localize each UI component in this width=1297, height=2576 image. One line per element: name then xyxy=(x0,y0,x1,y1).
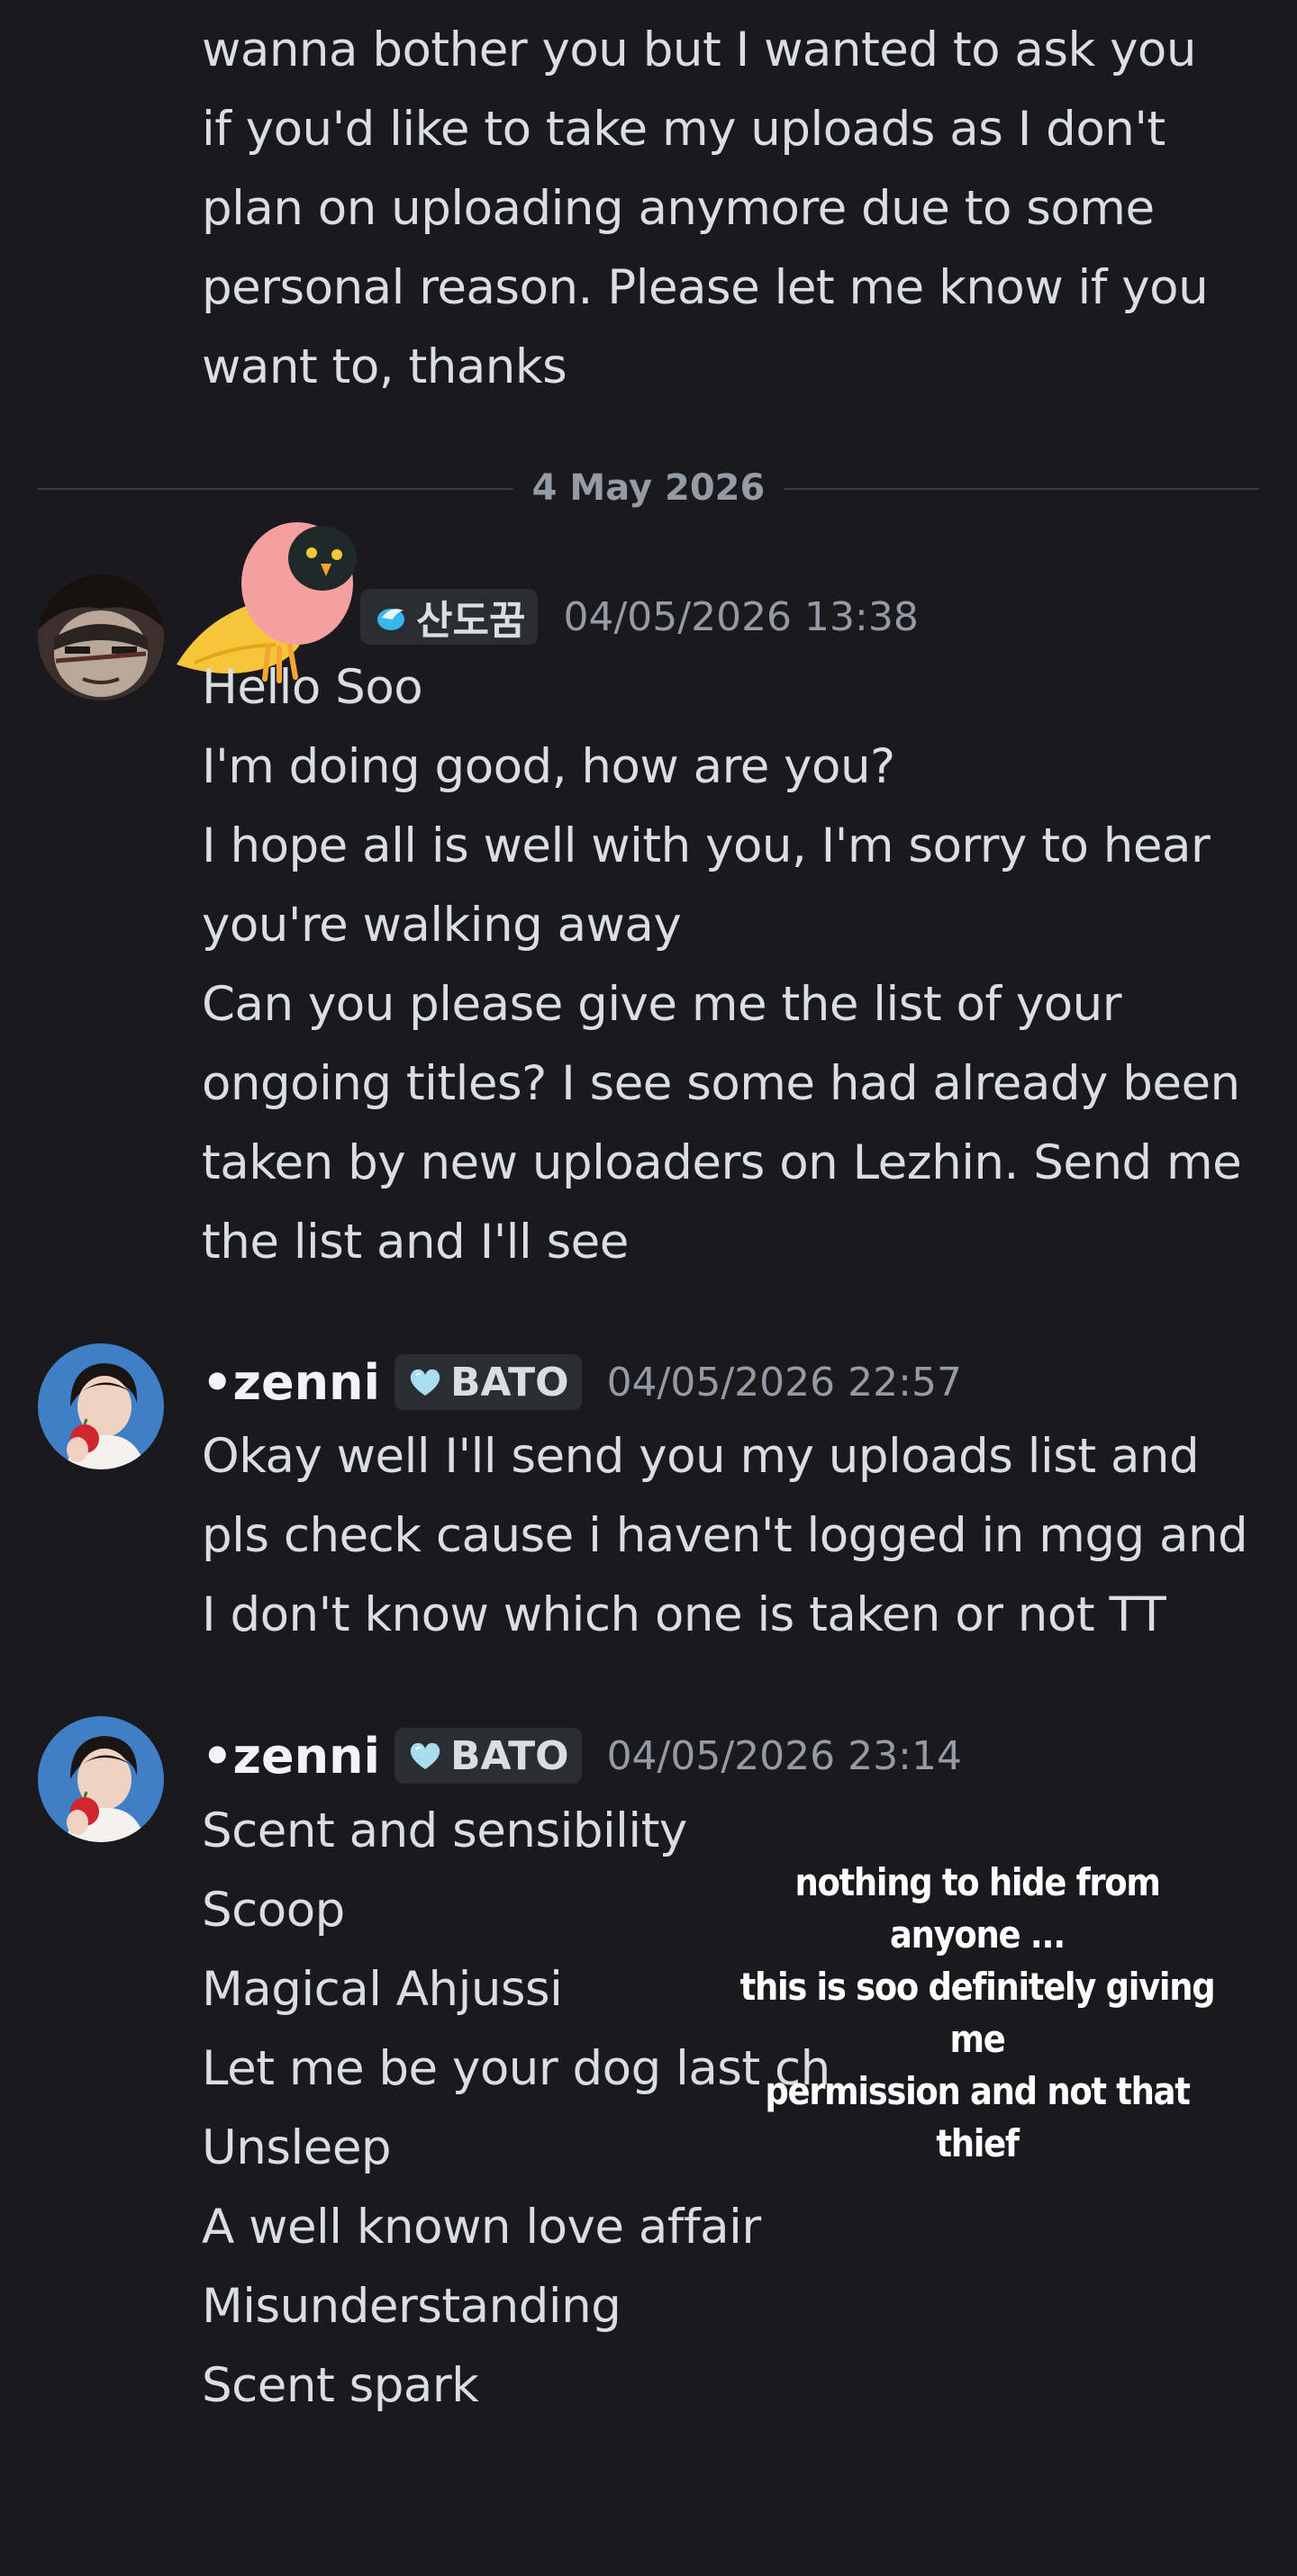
message-line: Okay well I'll send you my uploads list … xyxy=(202,1429,1200,1484)
server-tag-label: BATO xyxy=(449,1359,569,1406)
message-line: if you'd like to take my uploads as I do… xyxy=(202,102,1165,157)
message-line: I hope all is well with you, I'm sorry t… xyxy=(202,818,1211,873)
message-body: Hello Soo I'm doing good, how are you? I… xyxy=(202,648,1265,1282)
message-line: pls check cause i haven't logged in mgg … xyxy=(202,1508,1248,1563)
message-line: plan on uploading anymore due to some xyxy=(202,181,1155,236)
date-divider: 4 May 2026 xyxy=(38,458,1259,518)
caption-line: this is soo definitely giving me xyxy=(739,1965,1216,2061)
water-drop-icon xyxy=(377,609,404,630)
server-tag-label: BATO xyxy=(449,1732,569,1779)
username[interactable]: •zenni xyxy=(202,1354,380,1411)
overlay-caption: nothing to hide from anyone ... this is … xyxy=(728,1857,1227,2170)
previous-message-body: wanna bother you but I wanted to ask you… xyxy=(202,11,1265,407)
timestamp[interactable]: 04/05/2026 13:38 xyxy=(563,594,918,640)
heart-icon xyxy=(410,1369,440,1396)
avatar[interactable] xyxy=(38,1343,164,1469)
divider-line xyxy=(784,488,1259,490)
chat-view: wanna bother you but I wanted to ask you… xyxy=(0,0,1297,2576)
message-header: •zenni BATO 04/05/2026 22:57 xyxy=(202,1346,962,1418)
server-tag[interactable]: 산도꿈 xyxy=(360,589,539,645)
message-line: wanna bother you but I wanted to ask you xyxy=(202,23,1196,77)
message-line: Hello Soo xyxy=(202,660,423,715)
username[interactable]: •zenni xyxy=(202,1728,380,1785)
server-tag[interactable]: BATO xyxy=(394,1728,582,1784)
message-line: I'm doing good, how are you? xyxy=(202,739,895,794)
message-line: ongoing titles? I see some had already b… xyxy=(202,1056,1240,1111)
message-line: Can you please give me the list of your xyxy=(202,977,1122,1032)
avatar[interactable] xyxy=(38,1716,164,1842)
server-tag[interactable]: BATO xyxy=(394,1354,582,1410)
message-header: •zenni BATO 04/05/2026 23:14 xyxy=(202,1720,962,1792)
timestamp[interactable]: 04/05/2026 23:14 xyxy=(607,1733,962,1779)
message-line: want to, thanks xyxy=(202,339,567,394)
message-line: the list and I'll see xyxy=(202,1215,629,1270)
timestamp[interactable]: 04/05/2026 22:57 xyxy=(607,1360,962,1406)
caption-line: nothing to hide from anyone ... xyxy=(794,1860,1160,1957)
heart-icon xyxy=(410,1742,440,1769)
message-line: you're walking away xyxy=(202,898,682,953)
server-tag-label: 산도꿈 xyxy=(416,598,526,644)
caption-line: permission and not that thief xyxy=(765,2069,1191,2165)
message-line: personal reason. Please let me know if y… xyxy=(202,260,1209,315)
message-line: Misunderstanding xyxy=(202,2279,621,2334)
message-line: taken by new uploaders on Lezhin. Send m… xyxy=(202,1135,1242,1190)
message-body: Okay well I'll send you my uploads list … xyxy=(202,1417,1265,1655)
message-line: A well known love affair xyxy=(202,2200,761,2255)
message-line: Scent spark xyxy=(202,2358,479,2413)
message-line: I don't know which one is taken or not T… xyxy=(202,1587,1166,1642)
avatar[interactable] xyxy=(38,574,164,700)
